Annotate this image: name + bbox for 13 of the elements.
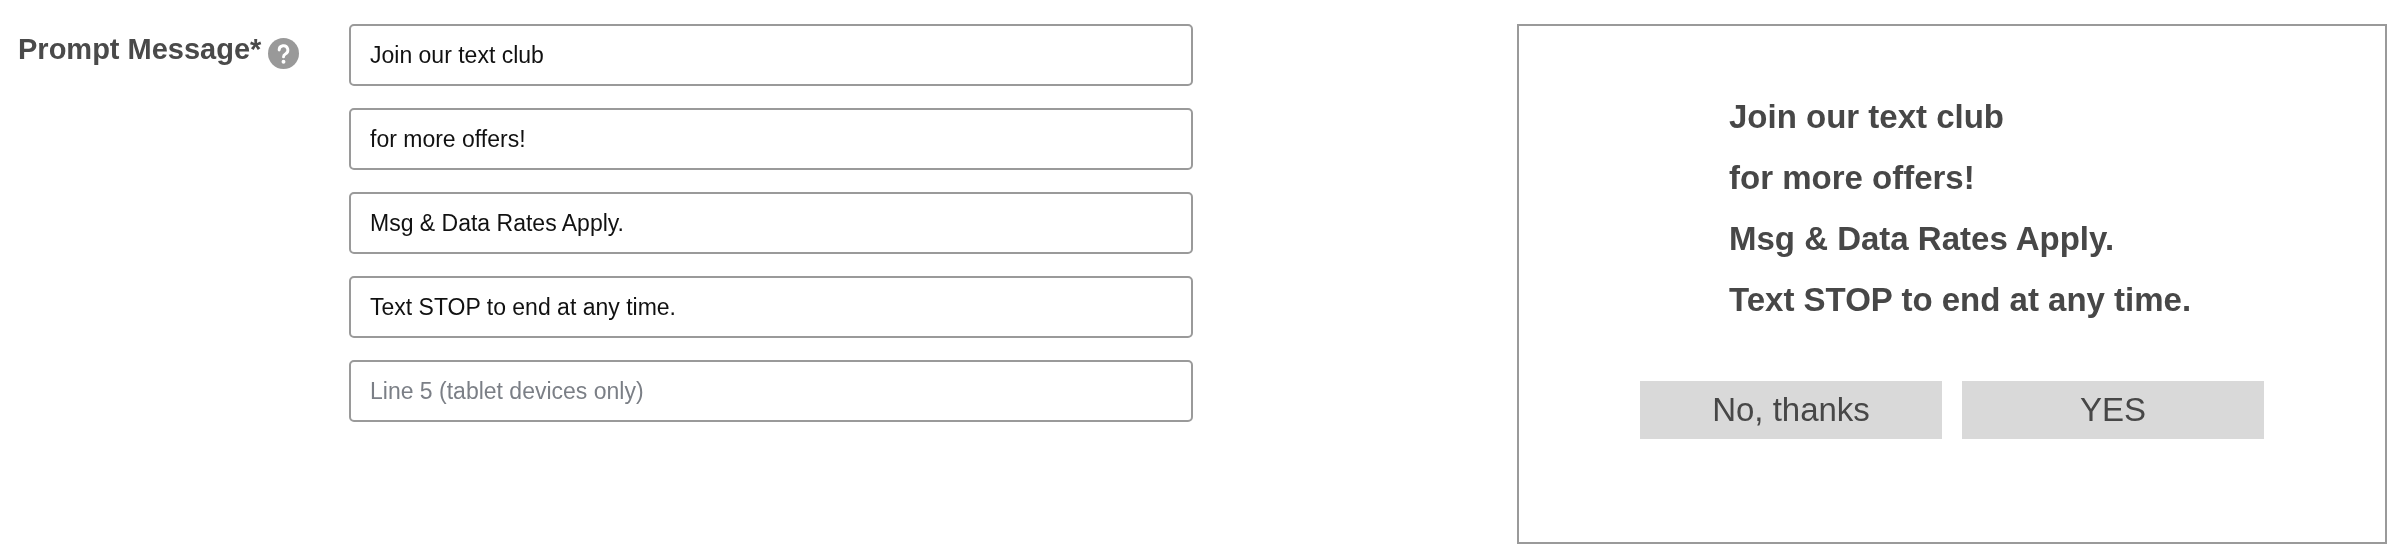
preview-message-line: Text STOP to end at any time.	[1729, 280, 2193, 320]
preview-message-line: Msg & Data Rates Apply.	[1729, 219, 2116, 259]
message-line-field[interactable]: Join our text club	[349, 24, 1193, 86]
help-icon[interactable]	[268, 38, 299, 69]
preview-button[interactable]: No, thanks	[1640, 381, 1942, 439]
message-line-field[interactable]: Text STOP to end at any time.	[349, 276, 1193, 338]
preview-message-line: Join our text club	[1729, 97, 2006, 137]
message-line-field[interactable]: Msg & Data Rates Apply.	[349, 192, 1193, 254]
preview-message-line: for more offers!	[1729, 158, 1976, 198]
preview-button[interactable]: YES	[1962, 381, 2264, 439]
field-label: Prompt Message*	[18, 33, 263, 66]
message-line-field[interactable]: for more offers!	[349, 108, 1193, 170]
message-line-field[interactable]: Line 5 (tablet devices only)	[349, 360, 1193, 422]
